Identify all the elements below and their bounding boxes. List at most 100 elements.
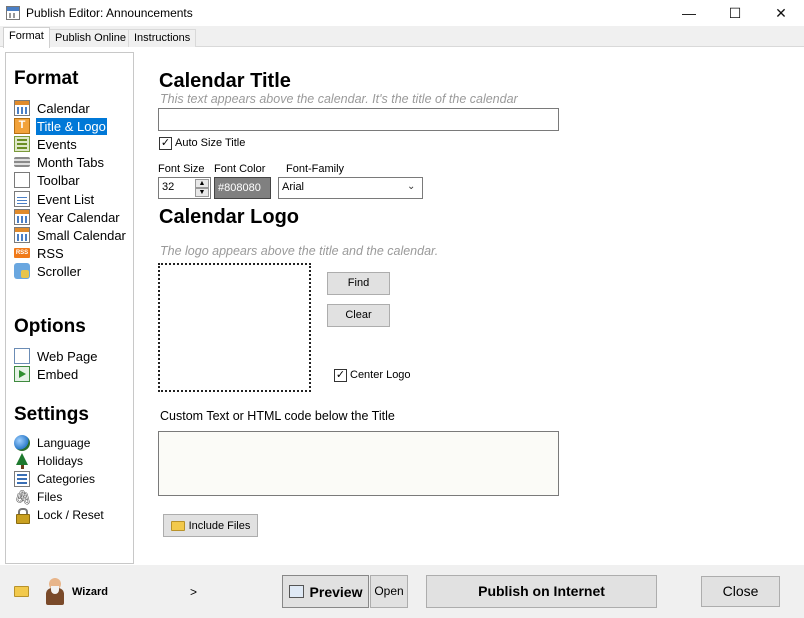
- logo-drop-area[interactable]: [158, 263, 311, 392]
- sidebar-item-toolbar[interactable]: Toolbar: [14, 171, 81, 189]
- font-size-value: 32: [162, 181, 175, 193]
- font-size-stepper[interactable]: 32 ▲ ▼: [158, 177, 211, 199]
- paperclip-icon: 🖇: [14, 489, 32, 505]
- sidebar-item-label: Web Page: [37, 348, 98, 364]
- event-list-icon: [14, 191, 30, 207]
- calendar-title-heading: Calendar Title: [159, 70, 291, 92]
- wizard-icon: [44, 576, 66, 606]
- auto-size-title-checkbox[interactable]: ✓: [159, 137, 172, 150]
- font-family-select[interactable]: Arial ⌄: [278, 177, 423, 199]
- scroller-icon: [14, 263, 30, 279]
- preview-icon: [288, 585, 304, 598]
- tab-instructions[interactable]: Instructions: [128, 29, 197, 47]
- sidebar-item-calendar[interactable]: Calendar: [14, 99, 91, 117]
- categories-icon: [14, 471, 30, 487]
- custom-text-label: Custom Text or HTML code below the Title: [160, 409, 395, 423]
- include-files-label: Include Files: [188, 519, 251, 532]
- app-calendar-icon: [6, 6, 20, 20]
- calendar-logo-heading: Calendar Logo: [159, 206, 300, 228]
- sidebar-item-label: Scroller: [37, 263, 82, 279]
- sidebar-item-label: Holidays: [37, 453, 84, 468]
- sidebar-item-label: RSS: [37, 245, 64, 261]
- auto-size-title-label: Auto Size Title: [175, 137, 246, 149]
- embed-icon: [14, 366, 30, 382]
- web-page-icon: [14, 348, 30, 364]
- tab-publish-online[interactable]: Publish Online: [49, 29, 132, 47]
- settings-heading: Settings: [14, 404, 89, 425]
- chevron-down-icon: ⌄: [407, 181, 416, 192]
- wizard-label[interactable]: Wizard: [72, 586, 108, 598]
- sidebar-item-scroller[interactable]: Scroller: [14, 262, 82, 280]
- events-icon: [14, 136, 30, 152]
- sidebar-item-holidays[interactable]: Holidays: [14, 452, 84, 470]
- calendar-icon: [14, 100, 30, 116]
- stepper-up-icon[interactable]: ▲: [195, 179, 209, 188]
- wizard-next-arrow[interactable]: >: [190, 585, 197, 599]
- sidebar-item-rss[interactable]: RSS RSS: [14, 244, 65, 262]
- small-calendar-icon: [14, 227, 30, 243]
- sidebar-item-small-calendar[interactable]: Small Calendar: [14, 226, 127, 244]
- tab-format[interactable]: Format: [3, 27, 50, 48]
- font-family-value: Arial: [282, 181, 305, 193]
- sidebar-item-year-calendar[interactable]: Year Calendar: [14, 208, 121, 226]
- options-heading: Options: [14, 316, 86, 337]
- sidebar-item-label: Small Calendar: [37, 227, 126, 243]
- sidebar-item-event-list[interactable]: Event List: [14, 190, 95, 208]
- sidebar-item-label: Events: [37, 136, 77, 152]
- rss-icon: RSS: [14, 248, 30, 258]
- sidebar-item-month-tabs[interactable]: Month Tabs: [14, 153, 105, 171]
- sidebar-item-label: Month Tabs: [37, 154, 104, 170]
- publish-button[interactable]: Publish on Internet: [426, 575, 657, 608]
- sidebar-item-language[interactable]: Language: [14, 434, 91, 452]
- sidebar-item-embed[interactable]: Embed: [14, 365, 79, 383]
- year-calendar-icon: [14, 209, 30, 225]
- calendar-logo-hint: The logo appears above the title and the…: [160, 244, 439, 258]
- custom-html-textarea[interactable]: [158, 431, 559, 496]
- format-heading: Format: [14, 68, 79, 89]
- sidebar-item-label: Categories: [37, 471, 96, 486]
- sidebar-item-lock-reset[interactable]: Lock / Reset: [14, 506, 105, 524]
- font-color-label: Font Color: [214, 163, 266, 175]
- sidebar-item-label: Files: [37, 489, 63, 504]
- minimize-button[interactable]: —: [666, 0, 712, 26]
- globe-icon: [14, 435, 30, 451]
- window-title: Publish Editor: Announcements: [26, 6, 193, 20]
- title-bar: Publish Editor: Announcements — ☐ ✕: [0, 0, 804, 26]
- lock-icon: [14, 507, 30, 524]
- clear-button[interactable]: Clear: [327, 304, 390, 327]
- open-button[interactable]: Open: [370, 575, 408, 608]
- sidebar-item-label: Calendar: [37, 100, 90, 116]
- sidebar-item-title-logo[interactable]: T Title & Logo: [14, 117, 107, 135]
- preview-label: Preview: [309, 583, 363, 600]
- center-logo-checkbox[interactable]: ✓: [334, 369, 347, 382]
- sidebar-item-label: Toolbar: [37, 172, 80, 188]
- close-window-button[interactable]: ✕: [758, 0, 804, 26]
- sidebar-item-web-page[interactable]: Web Page: [14, 347, 98, 365]
- title-logo-icon: T: [14, 118, 30, 134]
- folder-icon: [170, 520, 185, 531]
- sidebar-item-events[interactable]: Events: [14, 135, 78, 153]
- tree-icon: [14, 453, 30, 469]
- calendar-title-input[interactable]: [158, 108, 559, 131]
- sidebar-item-categories[interactable]: Categories: [14, 470, 96, 488]
- preview-button[interactable]: Preview: [282, 575, 369, 608]
- font-family-label: Font-Family: [286, 163, 345, 175]
- font-size-label: Font Size: [158, 163, 205, 175]
- include-files-button[interactable]: Include Files: [163, 514, 258, 537]
- center-logo-label: Center Logo: [350, 369, 411, 381]
- toolbar-icon: [14, 172, 30, 188]
- maximize-button[interactable]: ☐: [712, 0, 758, 26]
- folder-icon[interactable]: [14, 586, 29, 597]
- sidebar-item-label: Year Calendar: [37, 209, 120, 225]
- sidebar-item-label: Title & Logo: [36, 117, 107, 135]
- font-color-swatch[interactable]: #808080: [214, 177, 271, 199]
- sidebar-item-label: Lock / Reset: [37, 507, 104, 522]
- close-button[interactable]: Close: [701, 576, 780, 607]
- sidebar-item-label: Language: [37, 435, 91, 450]
- calendar-title-hint: This text appears above the calendar. It…: [160, 92, 518, 106]
- stepper-down-icon[interactable]: ▼: [195, 188, 209, 197]
- find-button[interactable]: Find: [327, 272, 390, 295]
- sidebar-item-label: Embed: [37, 366, 79, 382]
- sidebar-item-label: Event List: [37, 191, 95, 207]
- sidebar-item-files[interactable]: 🖇 Files: [14, 488, 63, 506]
